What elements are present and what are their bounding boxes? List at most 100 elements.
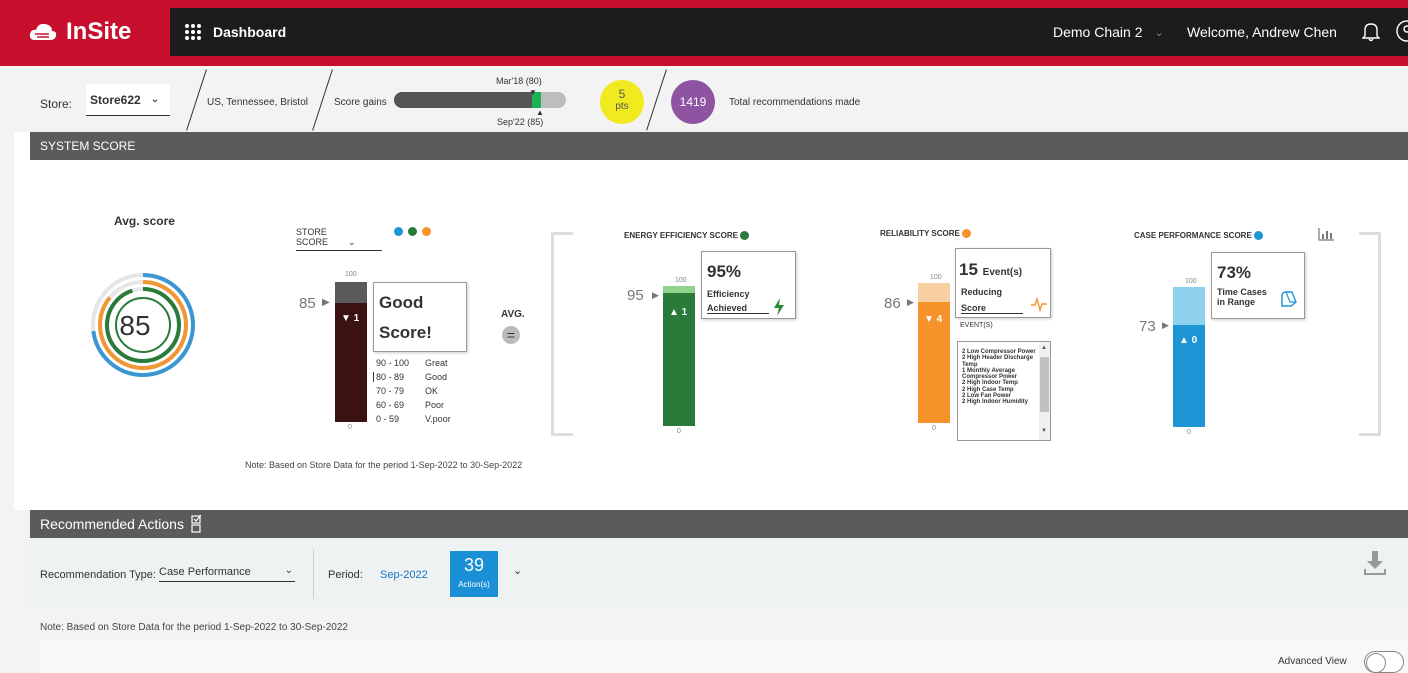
chevron-down-icon: ⌄: [348, 237, 356, 247]
triangle-up-icon: ▲: [536, 108, 544, 117]
orange-dot: [961, 229, 971, 238]
actions-count-badge[interactable]: 39 Action(s): [450, 551, 498, 597]
rec-type-label: Recommendation Type:: [40, 569, 156, 581]
reliability-count: 15 Event(s): [959, 260, 1022, 280]
store-tick-top: 100: [345, 271, 357, 278]
apps-grid-icon: [185, 24, 201, 40]
energy-tick-bottom: 0: [677, 428, 681, 435]
good-line2: Score!: [379, 323, 432, 342]
score-gains-label: Score gains: [334, 97, 387, 108]
reliability-value: 86: [884, 295, 901, 312]
legend-row: 90 - 100 Great: [376, 358, 451, 368]
store-delta: ▼ 1: [341, 313, 360, 324]
chevron-down-icon: ⌄: [150, 94, 160, 105]
energy-title: ENERGY EFFICIENCY SCORE: [624, 231, 749, 240]
legend-row: 60 - 69 Poor: [376, 400, 451, 410]
advanced-view-label: Advanced View: [1278, 656, 1347, 667]
pointer-icon: ▶: [322, 297, 330, 308]
store-score-select[interactable]: STORE SCORE ⌄: [296, 227, 382, 251]
energy-line2: Achieved: [707, 303, 769, 314]
gains-end-label: Sep'22 (85): [497, 117, 544, 127]
chain-name: Demo Chain 2: [1053, 24, 1143, 40]
legend-label: OK: [425, 386, 439, 396]
case-title-text: CASE PERFORMANCE SCORE: [1134, 231, 1252, 240]
legend-range: 90 - 100: [376, 358, 410, 368]
store-select[interactable]: Store622 ⌄: [86, 84, 170, 116]
chevron-down-icon: ⌄: [1154, 26, 1164, 39]
pointer-icon: ▶: [1162, 320, 1169, 330]
points-value: 5: [618, 87, 626, 101]
triangle-down-icon: ▼: [529, 88, 537, 97]
pointer-icon: ▶: [907, 297, 914, 307]
event-unit: Event(s): [982, 267, 1023, 278]
legend-range: 0 - 59: [376, 414, 400, 424]
score-legend: 90 - 100 Great 80 - 89 Good 70 - 79 OK 60 -…: [373, 358, 451, 424]
green-dot: [408, 227, 417, 236]
bracket-right: [1359, 232, 1381, 436]
case-pct: 73%: [1217, 263, 1252, 282]
results-area: [40, 640, 1408, 673]
reliability-title: RELIABILITY SCORE: [880, 229, 971, 238]
pointer-icon: ▶: [652, 290, 659, 300]
list-item: 2 High Indoor Humidity: [962, 399, 1028, 406]
system-score-note: Note: Based on Store Data for the period…: [245, 460, 523, 470]
store-value: Store622: [90, 92, 141, 107]
scrollbar-thumb[interactable]: [1040, 357, 1049, 412]
bell-icon[interactable]: [1362, 20, 1380, 42]
bar-chart-icon[interactable]: [1318, 228, 1335, 241]
case-delta: ▲ 0: [1179, 335, 1198, 346]
scroll-up-icon[interactable]: ▲: [1041, 345, 1047, 351]
period-label: Period:: [328, 569, 363, 581]
reliability-line1: Reducing: [961, 287, 1003, 297]
points-unit: pts: [615, 101, 629, 113]
case-icon: [1281, 291, 1297, 307]
actions-count: 39: [463, 555, 485, 575]
app-name: InSite: [66, 18, 132, 45]
dashboard-nav[interactable]: Dashboard: [185, 8, 286, 56]
scrollbar[interactable]: ▲ ▼: [1039, 342, 1050, 440]
chain-select[interactable]: Demo Chain 2 ⌄: [1053, 8, 1164, 56]
store-location: US, Tennessee, Bristol: [207, 97, 308, 108]
case-line2: in Range: [1217, 297, 1256, 307]
list-item: 1 Monthly Average Compressor Power: [962, 367, 1018, 381]
legend-row-active: 80 - 89 Good: [373, 372, 451, 382]
nav-title: Dashboard: [213, 24, 287, 40]
store-score-label: STORE SCORE: [296, 227, 329, 247]
pulse-icon: [1031, 296, 1047, 312]
energy-title-text: ENERGY EFFICIENCY SCORE: [624, 231, 738, 240]
recommended-header: Recommended Actions: [30, 510, 1408, 538]
reliability-title-text: RELIABILITY SCORE: [880, 229, 960, 238]
reliability-tick-bottom: 0: [932, 425, 936, 432]
lightning-icon: [774, 298, 784, 316]
avg-score-title: Avg. score: [114, 214, 175, 228]
welcome-text: Welcome, Andrew Chen: [1187, 24, 1337, 40]
user-icon[interactable]: [1395, 19, 1408, 43]
rec-type-select[interactable]: Case Performance ⌄: [159, 565, 295, 582]
blue-dot: [394, 227, 403, 236]
legend-label: V.poor: [425, 414, 451, 424]
legend-row: 70 - 79 OK: [376, 386, 451, 396]
equals-icon: =: [502, 326, 520, 344]
checklist-icon: [191, 514, 202, 533]
bracket-left: [551, 232, 573, 436]
energy-line1: Efficiency: [707, 289, 750, 299]
legend-label: Great: [425, 358, 448, 368]
chevron-down-icon[interactable]: ⌄: [513, 564, 522, 577]
points-badge: 5 pts: [600, 80, 644, 124]
scroll-down-icon[interactable]: ▼: [1041, 428, 1047, 434]
events-label: EVENT(S): [960, 322, 993, 329]
period-value[interactable]: Sep-2022: [380, 569, 428, 581]
advanced-view-toggle[interactable]: [1364, 651, 1404, 673]
reliability-delta: ▼ 4: [924, 314, 943, 325]
case-value: 73: [1139, 318, 1156, 335]
reliability-line2: Score: [961, 303, 1023, 314]
events-list[interactable]: 2 Low Compressor Power 2 High Header Dis…: [957, 341, 1051, 441]
download-icon[interactable]: [1363, 549, 1387, 577]
blue-dot: [1253, 231, 1263, 240]
green-dot: [739, 231, 749, 240]
case-title: CASE PERFORMANCE SCORE: [1134, 231, 1263, 240]
app-logo[interactable]: InSite: [14, 8, 170, 56]
orange-dot: [422, 227, 431, 236]
reliability-tick-top: 100: [930, 274, 942, 281]
list-item: 2 High Header Discharge Temp: [962, 355, 1034, 368]
